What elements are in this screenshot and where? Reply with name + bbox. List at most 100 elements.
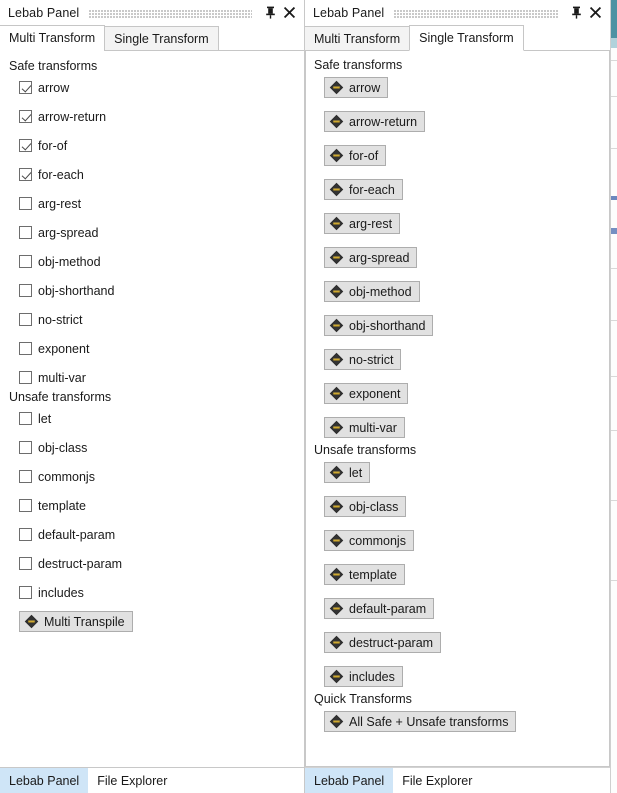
titlebar-drag-handle-right[interactable]: [394, 9, 558, 18]
checkbox-safe-exponent[interactable]: exponent: [1, 340, 304, 357]
checkbox-checked-icon[interactable]: [19, 168, 32, 181]
transform-button-unsafe-includes[interactable]: includes: [324, 666, 403, 687]
checkbox-unsafe-template[interactable]: template: [1, 497, 304, 514]
transform-button-safe-arrow[interactable]: arrow: [324, 77, 389, 98]
checkbox-unsafe-obj-class[interactable]: obj-class: [1, 439, 304, 456]
pin-icon[interactable]: [568, 4, 584, 22]
tab-single-transform-right[interactable]: Single Transform: [409, 25, 524, 51]
checkbox-unchecked-icon[interactable]: [19, 441, 32, 454]
tab-multi-transform-right[interactable]: Multi Transform: [305, 26, 411, 51]
transform-button-safe-arg-rest[interactable]: arg-rest: [324, 213, 401, 234]
label-safe-transforms: Safe transforms: [9, 59, 98, 73]
checkbox-safe-arg-spread[interactable]: arg-spread: [1, 224, 304, 241]
button-row: template: [306, 564, 609, 587]
checkbox-unchecked-icon[interactable]: [19, 284, 32, 297]
checkbox-unchecked-icon[interactable]: [19, 197, 32, 210]
checkbox-safe-obj-shorthand[interactable]: obj-shorthand: [1, 282, 304, 299]
lebab-icon: [329, 567, 344, 582]
button-label: obj-method: [349, 284, 412, 299]
checkbox-unsafe-commonjs[interactable]: commonjs: [1, 468, 304, 485]
checkbox-checked-icon[interactable]: [19, 139, 32, 152]
checkbox-unchecked-icon[interactable]: [19, 342, 32, 355]
button-row: obj-shorthand: [306, 315, 609, 338]
bottom-tab-file-explorer-right[interactable]: File Explorer: [393, 768, 481, 793]
titlebar-drag-handle[interactable]: [89, 9, 252, 18]
button-row: commonjs: [306, 530, 609, 553]
lebab-icon: [329, 533, 344, 548]
quick-transform-button-all-safe-unsafe-transforms[interactable]: All Safe + Unsafe transforms: [324, 711, 517, 732]
row-spacer: [306, 236, 609, 247]
checkbox-unchecked-icon[interactable]: [19, 557, 32, 570]
transform-button-unsafe-let[interactable]: let: [324, 462, 371, 483]
checkbox-label: arrow-return: [38, 109, 107, 124]
checkbox-unsafe-let[interactable]: let: [1, 410, 304, 427]
checkbox-safe-for-each[interactable]: for-each: [1, 166, 304, 183]
checkbox-label: obj-method: [38, 254, 101, 269]
transform-button-safe-obj-shorthand[interactable]: obj-shorthand: [324, 315, 434, 336]
transform-button-safe-for-each[interactable]: for-each: [324, 179, 403, 200]
pin-icon[interactable]: [262, 4, 278, 22]
checkbox-unsafe-destruct-param[interactable]: destruct-param: [1, 555, 304, 572]
transform-button-unsafe-default-param[interactable]: default-param: [324, 598, 435, 619]
transform-button-unsafe-template[interactable]: template: [324, 564, 405, 585]
checkbox-safe-obj-method[interactable]: obj-method: [1, 253, 304, 270]
checkbox-unchecked-icon[interactable]: [19, 313, 32, 326]
vertical-scrollbar[interactable]: [604, 51, 609, 766]
checkbox-checked-icon[interactable]: [19, 110, 32, 123]
lebab-panel-single: Lebab Panel Multi Transform Single Trans: [305, 0, 610, 793]
lebab-panel-multi: Lebab Panel Multi Transform Single Trans: [0, 0, 305, 793]
checkbox-unchecked-icon[interactable]: [19, 255, 32, 268]
transform-button-safe-obj-method[interactable]: obj-method: [324, 281, 420, 302]
quick-transform-button-list: All Safe + Unsafe transforms: [306, 711, 609, 734]
tabstrip-right: Multi Transform Single Transform: [305, 25, 610, 51]
transform-button-unsafe-commonjs[interactable]: commonjs: [324, 530, 414, 551]
button-label: template: [349, 567, 397, 582]
checkbox-safe-arrow-return[interactable]: arrow-return: [1, 108, 304, 125]
panel-title: Lebab Panel: [8, 5, 80, 20]
checkbox-safe-arrow[interactable]: arrow: [1, 79, 304, 96]
button-row: arg-rest: [306, 213, 609, 236]
bottom-tab-lebab-panel-right[interactable]: Lebab Panel: [305, 767, 394, 793]
lebab-icon: [329, 148, 344, 163]
checkbox-safe-no-strict[interactable]: no-strict: [1, 311, 304, 328]
transform-button-unsafe-destruct-param[interactable]: destruct-param: [324, 632, 442, 653]
checkbox-unchecked-icon[interactable]: [19, 371, 32, 384]
checkbox-unchecked-icon[interactable]: [19, 412, 32, 425]
row-spacer: [306, 338, 609, 349]
transform-button-safe-arrow-return[interactable]: arrow-return: [324, 111, 426, 132]
transform-button-safe-no-strict[interactable]: no-strict: [324, 349, 402, 370]
transform-button-unsafe-obj-class[interactable]: obj-class: [324, 496, 407, 517]
checkbox-unchecked-icon[interactable]: [19, 586, 32, 599]
tabstrip-filler: [217, 26, 304, 51]
label-unsafe-transforms: Unsafe transforms: [9, 390, 112, 404]
checkbox-unchecked-icon[interactable]: [19, 470, 32, 483]
checkbox-unsafe-default-param[interactable]: default-param: [1, 526, 304, 543]
button-row: includes: [306, 666, 609, 689]
checkbox-unchecked-icon[interactable]: [19, 528, 32, 541]
transform-button-safe-exponent[interactable]: exponent: [324, 383, 409, 404]
button-row: let: [306, 462, 609, 485]
transform-button-safe-arg-spread[interactable]: arg-spread: [324, 247, 418, 268]
close-icon[interactable]: [281, 4, 297, 22]
checkbox-safe-arg-rest[interactable]: arg-rest: [1, 195, 304, 212]
checkbox-checked-icon[interactable]: [19, 81, 32, 94]
tab-single-transform[interactable]: Single Transform: [104, 26, 219, 51]
button-label: obj-shorthand: [349, 318, 426, 333]
button-row: arrow: [306, 77, 609, 100]
checkbox-safe-multi-var[interactable]: multi-var: [1, 369, 304, 386]
multi-transpile-button[interactable]: Multi Transpile: [19, 611, 133, 632]
close-icon[interactable]: [587, 4, 603, 22]
titlebar-right: Lebab Panel: [305, 0, 610, 25]
transform-button-safe-multi-var[interactable]: multi-var: [324, 417, 405, 438]
row-spacer: [306, 519, 609, 530]
checkbox-safe-for-of[interactable]: for-of: [1, 137, 304, 154]
checkbox-unsafe-includes[interactable]: includes: [1, 584, 304, 601]
row-spacer: [306, 406, 609, 417]
checkbox-unchecked-icon[interactable]: [19, 226, 32, 239]
tab-multi-transform[interactable]: Multi Transform: [0, 25, 106, 51]
bottom-tab-file-explorer[interactable]: File Explorer: [88, 768, 176, 793]
transform-button-safe-for-of[interactable]: for-of: [324, 145, 387, 166]
bottom-tab-lebab-panel[interactable]: Lebab Panel: [0, 767, 89, 793]
checkbox-unchecked-icon[interactable]: [19, 499, 32, 512]
button-row: All Safe + Unsafe transforms: [306, 711, 609, 734]
